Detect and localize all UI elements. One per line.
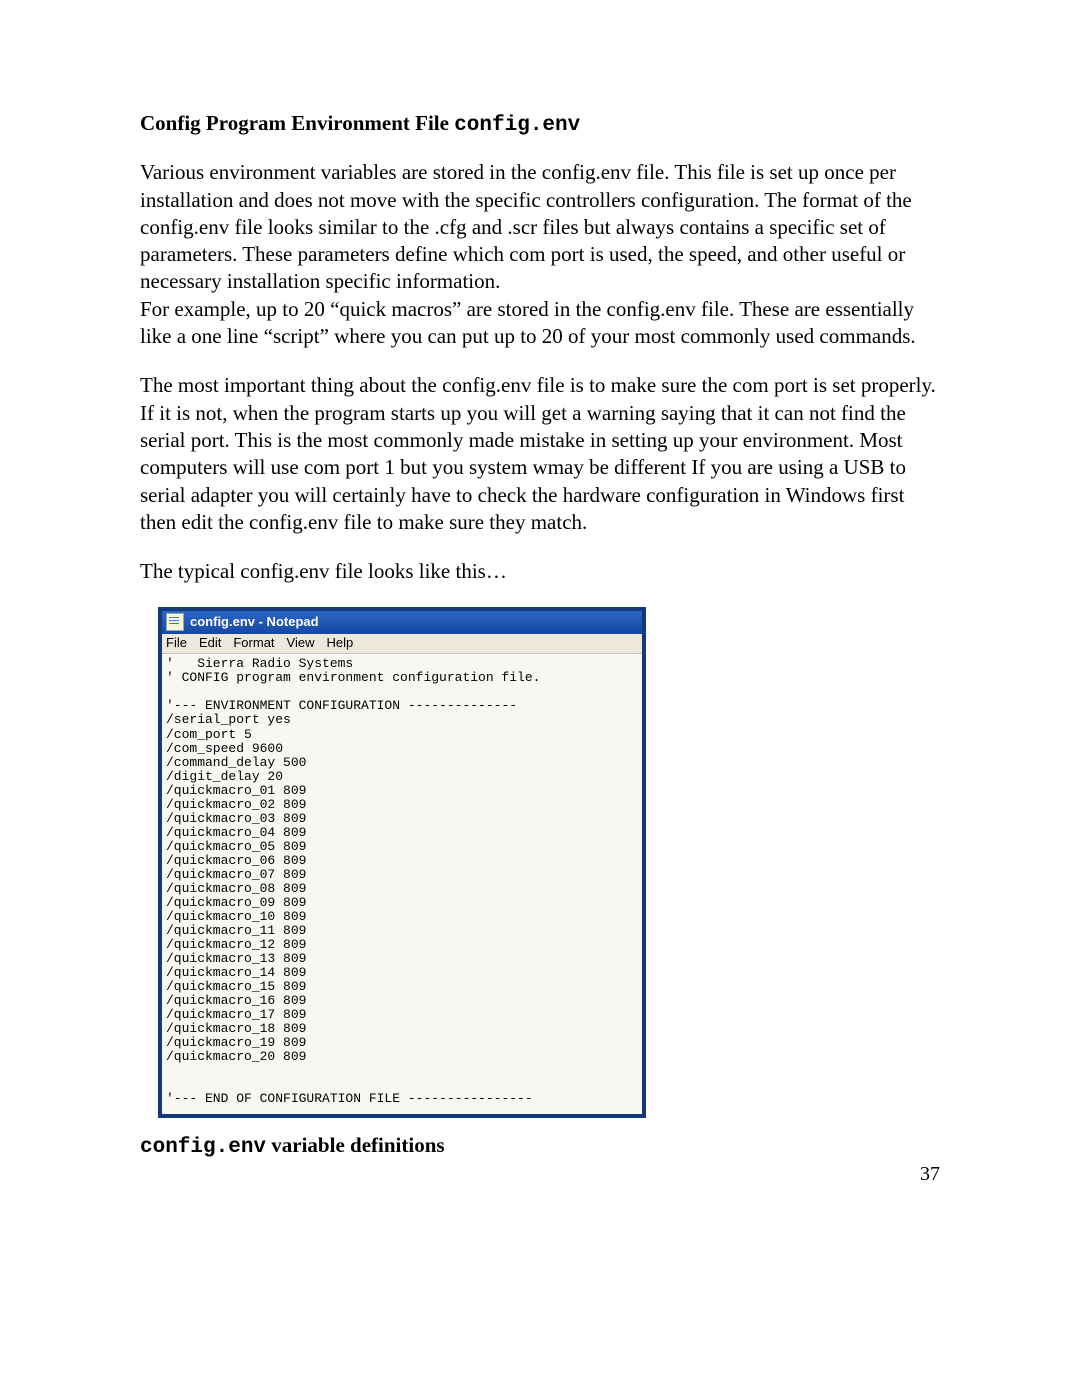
- notepad-icon: [166, 613, 184, 631]
- menu-help[interactable]: Help: [326, 635, 353, 652]
- subheading-text: variable definitions: [266, 1133, 445, 1157]
- notepad-window: config.env - Notepad File Edit Format Vi…: [158, 607, 646, 1118]
- menu-format[interactable]: Format: [233, 635, 274, 652]
- paragraph-1: Various environment variables are stored…: [140, 159, 940, 350]
- heading-text: Config Program Environment File: [140, 111, 454, 135]
- subsection-heading: config.env variable definitions: [140, 1132, 940, 1161]
- document-page: Config Program Environment File config.e…: [0, 0, 1080, 1397]
- subheading-filename: config.env: [140, 1136, 266, 1159]
- paragraph-2: The most important thing about the confi…: [140, 372, 940, 536]
- notepad-title: config.env - Notepad: [190, 614, 319, 631]
- page-number: 37: [920, 1161, 940, 1187]
- notepad-titlebar[interactable]: config.env - Notepad: [162, 611, 642, 634]
- menu-edit[interactable]: Edit: [199, 635, 221, 652]
- notepad-editor[interactable]: ' Sierra Radio Systems ' CONFIG program …: [162, 654, 642, 1114]
- menu-view[interactable]: View: [287, 635, 315, 652]
- section-heading: Config Program Environment File config.e…: [140, 110, 940, 139]
- notepad-menubar: File Edit Format View Help: [162, 634, 642, 654]
- heading-filename: config.env: [454, 114, 580, 137]
- paragraph-3: The typical config.env file looks like t…: [140, 558, 940, 585]
- menu-file[interactable]: File: [166, 635, 187, 652]
